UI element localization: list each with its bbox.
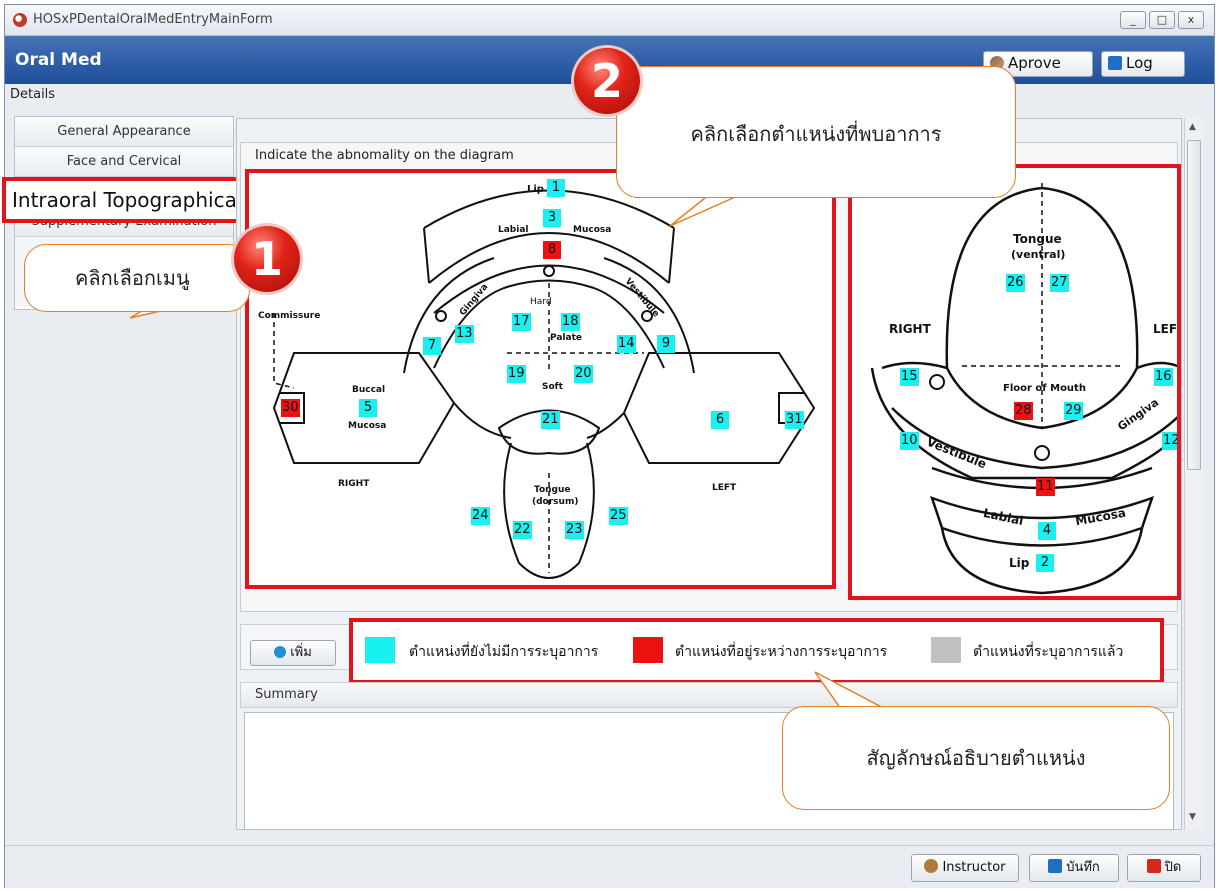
- callout-legend-note: สัญลักษณ์อธิบายตำแหน่ง: [782, 706, 1170, 810]
- step2-badge: 2: [574, 48, 640, 114]
- callout-step1: คลิกเลือกเมนู: [24, 244, 250, 312]
- callout-step2: คลิกเลือกตำแหน่งที่พบอาการ: [616, 66, 1016, 198]
- step1-badge: 1: [234, 226, 300, 292]
